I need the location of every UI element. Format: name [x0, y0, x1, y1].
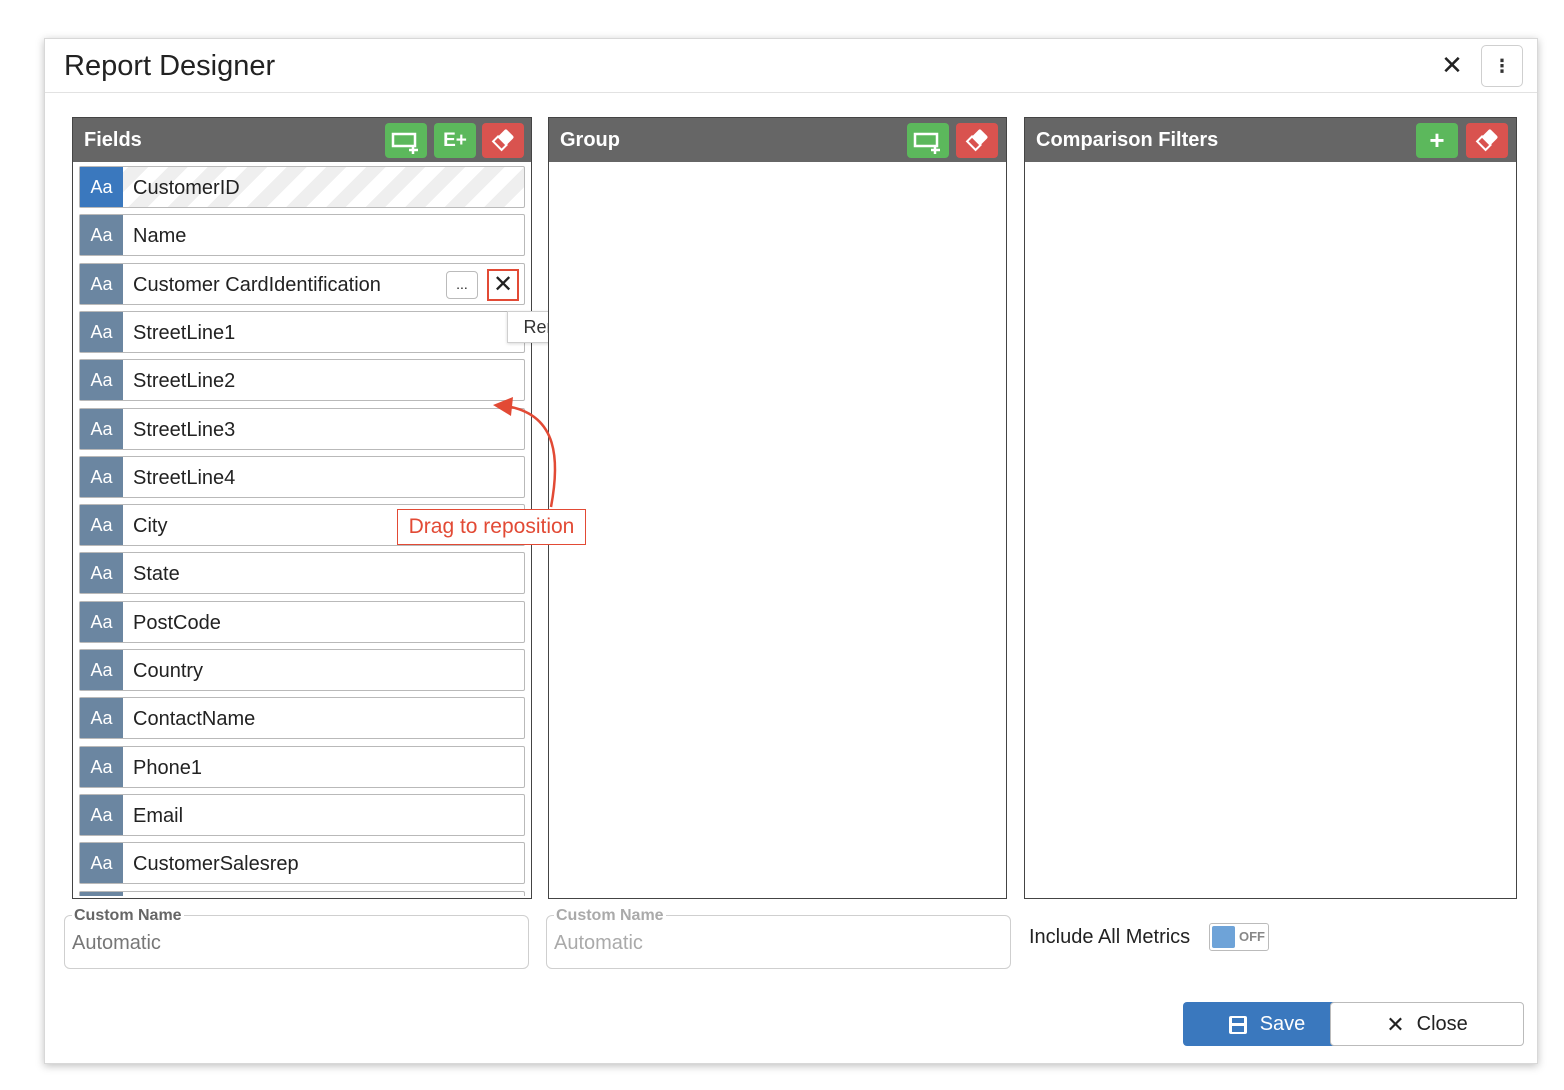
- comparison-filters-panel[interactable]: Comparison Filters +: [1024, 117, 1517, 899]
- field-row[interactable]: Aa PostCode: [79, 601, 525, 643]
- field-name: Country: [133, 660, 204, 682]
- field-row[interactable]: Aa Phone1: [79, 746, 525, 788]
- plus-icon: +: [1429, 125, 1445, 155]
- save-button-label: Save: [1259, 1013, 1306, 1035]
- group-custom-name-value: Automatic: [554, 932, 643, 954]
- field-type-badge: Aa: [80, 843, 123, 883]
- toggle-state: OFF: [1239, 929, 1265, 944]
- clear-filters-button[interactable]: [1466, 123, 1508, 158]
- group-custom-name-legend: Custom Name: [554, 907, 666, 925]
- group-custom-name-field[interactable]: Custom Name Automatic: [546, 907, 1011, 969]
- close-icon: ✕: [1386, 1011, 1405, 1037]
- field-name: ContactName: [133, 708, 256, 730]
- field-name: State: [133, 563, 180, 585]
- filters-panel-title: Comparison Filters: [1036, 129, 1219, 151]
- close-button-label: Close: [1416, 1013, 1468, 1035]
- close-button[interactable]: ✕ Close: [1330, 1002, 1524, 1046]
- field-name: Phone1: [133, 757, 202, 779]
- eraser-icon: [965, 129, 988, 152]
- add-group-icon: [913, 132, 940, 154]
- field-row[interactable]: Aa CustomerSalesrep: [79, 842, 525, 884]
- filters-panel-header: Comparison Filters +: [1025, 118, 1516, 162]
- drag-annotation-arrow: [493, 397, 557, 508]
- report-designer-dialog: Report Designer ✕ ⋮ Fields E+ Aa Custome…: [44, 38, 1538, 1064]
- drag-to-reposition-label: Drag to reposition: [397, 509, 586, 545]
- fields-custom-name-legend: Custom Name: [72, 907, 184, 925]
- include-all-metrics-label: Include All Metrics: [1029, 926, 1191, 948]
- field-name: PostCode: [133, 612, 221, 634]
- field-type-badge: Aa: [80, 698, 123, 738]
- fields-custom-name-field[interactable]: Custom Name Automatic: [64, 907, 529, 969]
- field-row[interactable]: [79, 891, 525, 896]
- clear-group-button[interactable]: [956, 123, 998, 158]
- add-filter-button[interactable]: +: [1416, 123, 1458, 158]
- field-type-badge: Aa: [80, 747, 123, 787]
- toggle-knob: [1212, 926, 1235, 948]
- add-group-button[interactable]: [907, 123, 949, 158]
- field-row[interactable]: Aa Email: [79, 794, 525, 836]
- field-type-badge: Aa: [80, 795, 123, 835]
- field-type-badge: Aa: [80, 553, 123, 593]
- field-type-badge: [80, 892, 123, 896]
- field-row[interactable]: Aa Country: [79, 649, 525, 691]
- field-row[interactable]: Aa ContactName: [79, 697, 525, 739]
- floppy-disk-icon: [1228, 1015, 1247, 1034]
- dialog-close-button[interactable]: ✕: [1438, 51, 1466, 79]
- dialog-menu-button[interactable]: ⋮: [1481, 45, 1523, 87]
- include-all-metrics-toggle[interactable]: OFF: [1209, 923, 1269, 951]
- save-button[interactable]: Save: [1183, 1002, 1350, 1046]
- field-type-badge: Aa: [80, 650, 123, 690]
- field-name: Email: [133, 805, 184, 827]
- field-type-badge: Aa: [80, 602, 123, 642]
- field-name: CustomerSalesrep: [133, 853, 299, 875]
- fields-custom-name-value: Automatic: [72, 932, 161, 954]
- eraser-icon: [1475, 129, 1498, 152]
